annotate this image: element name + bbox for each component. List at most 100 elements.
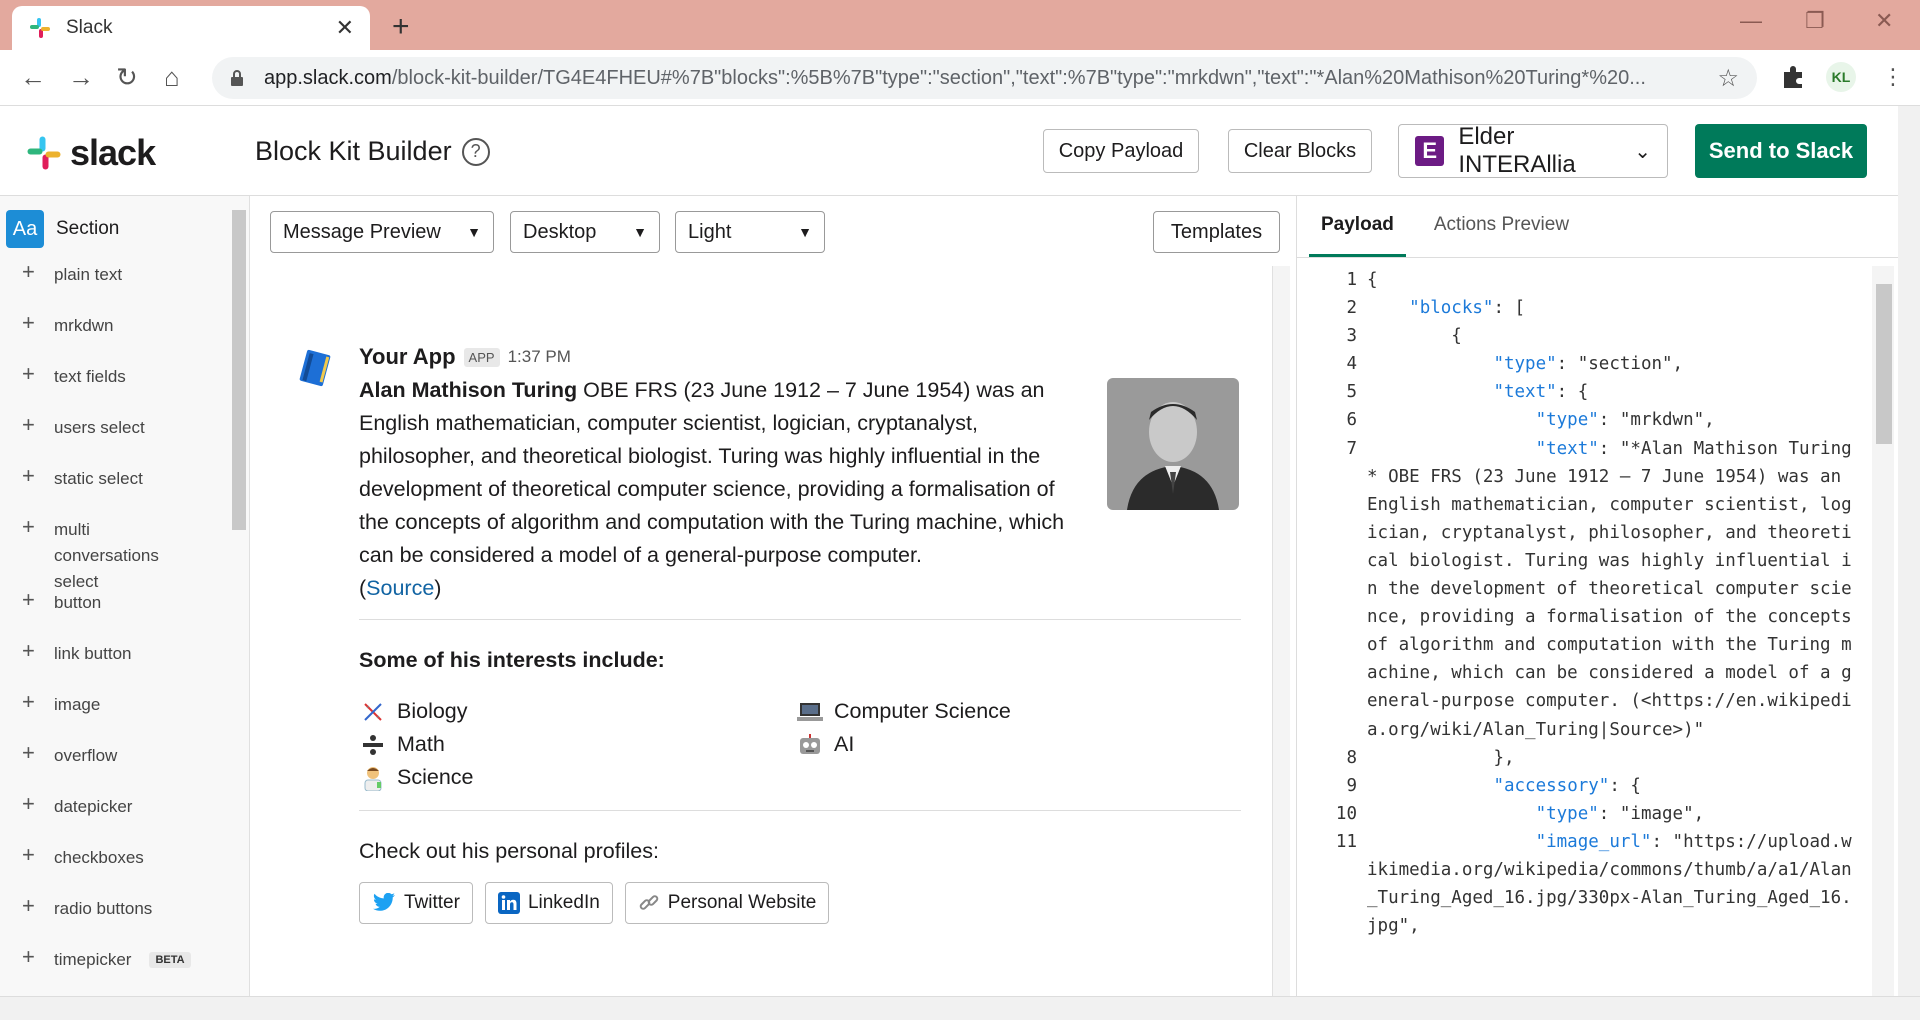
reload-icon[interactable]: ↻ — [116, 62, 138, 93]
payload-scrollbar[interactable] — [1872, 266, 1894, 996]
code-line: 4 "type": "section", — [1297, 350, 1872, 378]
minimize-icon[interactable]: — — [1740, 8, 1762, 34]
forward-icon[interactable]: → — [68, 62, 94, 93]
extensions-icon[interactable] — [1780, 64, 1806, 90]
laptop-icon — [796, 698, 824, 726]
plus-icon: + — [22, 412, 35, 437]
app-badge: APP — [463, 347, 500, 367]
tab-actions-preview[interactable]: Actions Preview — [1422, 196, 1581, 257]
dna-icon — [359, 698, 387, 726]
sidebar-item-checkboxes[interactable]: + checkboxes — [0, 844, 249, 896]
sidebar-scrollbar[interactable] — [232, 210, 246, 530]
sidebar-item-label: static select — [54, 469, 143, 488]
chevron-down-icon: ▼ — [798, 224, 812, 240]
sidebar-item-label: checkboxes — [54, 848, 144, 867]
help-icon[interactable]: ? — [461, 137, 490, 166]
block-sidebar: Aa Section + plain text + mrkdwn + text fie… — [0, 196, 250, 996]
browser-menu-icon[interactable]: ⋮ — [1882, 64, 1904, 90]
bookmark-star-icon[interactable]: ☆ — [1717, 64, 1739, 93]
slack-logo[interactable]: slack — [26, 132, 156, 174]
window-close-icon[interactable]: ✕ — [1875, 8, 1893, 34]
preview-mode-select[interactable]: Message Preview ▼ — [270, 211, 494, 253]
payload-editor[interactable]: 1{2 "blocks": [3 {4 "type": "section", 5 … — [1297, 266, 1872, 996]
section-block[interactable]: Alan Mathison Turing OBE FRS (23 June 19… — [359, 374, 1239, 605]
url-host: app.slack.com — [264, 66, 392, 89]
horizontal-scrollbar[interactable] — [0, 996, 1920, 1020]
sidebar-item-label: radio buttons — [54, 899, 153, 918]
sidebar-item-multi-conversations-select[interactable]: + multi conversations select — [0, 514, 249, 592]
linkedin-button[interactable]: LinkedIn — [484, 882, 613, 924]
line-content: "type": "mrkdwn", — [1535, 410, 1715, 431]
preview-scrollbar[interactable] — [1272, 266, 1290, 996]
message: Your App APP 1:37 PM Alan Mathison Turin… — [359, 344, 1241, 924]
line-number: 7 — [1346, 438, 1357, 459]
plus-icon: + — [22, 893, 35, 918]
url-input[interactable]: app.slack.com/block-kit-builder/TG4E4FHE… — [212, 57, 1757, 99]
code-line: 3 { — [1297, 322, 1872, 350]
sidebar-item-link-button[interactable]: + link button — [0, 640, 249, 692]
turing-portrait-image — [1107, 378, 1239, 510]
chevron-down-icon: ▼ — [633, 224, 647, 240]
link-icon — [638, 892, 660, 914]
close-tab-icon[interactable]: ✕ — [336, 15, 354, 41]
url-text: app.slack.com/block-kit-builder/TG4E4FHE… — [264, 67, 1707, 90]
preview-toolbar: Message Preview ▼ Desktop ▼ Light ▼ Templat… — [255, 196, 1285, 266]
home-icon[interactable]: ⌂ — [164, 62, 180, 93]
plus-icon: + — [22, 740, 35, 765]
sidebar-item-plain-text[interactable]: + plain text — [0, 259, 249, 313]
field-math: Math — [359, 728, 796, 761]
twitter-button[interactable]: Twitter — [359, 882, 473, 924]
code-line: 5 "text": { — [1297, 378, 1872, 406]
sidebar-item-label: overflow — [54, 746, 118, 765]
sidebar-item-users-select[interactable]: + users select — [0, 412, 249, 466]
restore-icon[interactable]: ❐ — [1805, 8, 1825, 34]
lock-icon — [231, 70, 243, 86]
robot-icon — [796, 731, 824, 759]
new-tab-icon[interactable]: + — [392, 10, 410, 44]
sidebar-item-timepicker[interactable]: + timepicker BETA — [0, 946, 249, 996]
line-content: "type": "image", — [1535, 803, 1705, 824]
sidebar-item-button[interactable]: + button — [0, 587, 249, 641]
linkedin-icon — [497, 892, 520, 914]
plus-icon: + — [22, 514, 35, 539]
sidebar-item-datepicker[interactable]: + datepicker — [0, 793, 249, 845]
sidebar-item-text-fields[interactable]: + text fields — [0, 363, 249, 415]
payload-tabs: Payload Actions Preview — [1297, 196, 1898, 258]
page-scrollbar[interactable] — [1898, 106, 1920, 996]
field-label: Biology — [397, 699, 468, 723]
preview-mode-value: Message Preview — [283, 220, 441, 243]
profile-buttons: Twitter LinkedIn Personal Website — [359, 882, 1239, 924]
personal-website-button[interactable]: Personal Website — [624, 882, 830, 924]
sidebar-item-static-select[interactable]: + static select — [0, 463, 249, 517]
page-title-text: Block Kit Builder — [255, 136, 452, 166]
sidebar-item-mrkdwn[interactable]: + mrkdwn — [0, 312, 249, 364]
plus-icon: + — [22, 463, 35, 488]
line-number: 2 — [1346, 298, 1357, 319]
theme-select[interactable]: Light ▼ — [675, 211, 825, 253]
field-biology: Biology — [359, 695, 796, 728]
plus-icon: + — [22, 587, 35, 612]
sidebar-item-overflow[interactable]: + overflow — [0, 740, 249, 794]
workspace-select[interactable]: E Elder INTERAllia ⌄ — [1398, 123, 1668, 178]
twitter-label: Twitter — [404, 892, 460, 913]
templates-button[interactable]: Templates — [1153, 211, 1280, 253]
plus-icon: + — [22, 259, 35, 284]
browser-tab[interactable]: Slack ✕ — [12, 6, 370, 50]
back-icon[interactable]: ← — [20, 62, 46, 93]
copy-payload-button[interactable]: Copy Payload — [1043, 129, 1199, 173]
section-icon: Aa — [6, 210, 44, 248]
app-name[interactable]: Your App — [359, 344, 456, 370]
source-link[interactable]: Source — [366, 576, 434, 600]
section-body: OBE FRS (23 June 1912 – 7 June 1954) was… — [359, 378, 1065, 567]
slack-favicon-icon — [30, 18, 50, 38]
send-to-slack-button[interactable]: Send to Slack — [1695, 124, 1867, 178]
device-select[interactable]: Desktop ▼ — [510, 211, 660, 253]
sidebar-item-image[interactable]: + image — [0, 691, 249, 743]
sidebar-item-radio-buttons[interactable]: + radio buttons — [0, 893, 249, 947]
payload-scrollbar-thumb[interactable] — [1876, 284, 1892, 444]
tab-payload[interactable]: Payload — [1309, 196, 1406, 257]
message-time[interactable]: 1:37 PM — [508, 347, 571, 367]
twitter-icon — [372, 893, 396, 913]
profile-avatar[interactable]: KL — [1826, 62, 1856, 92]
clear-blocks-button[interactable]: Clear Blocks — [1228, 129, 1372, 173]
